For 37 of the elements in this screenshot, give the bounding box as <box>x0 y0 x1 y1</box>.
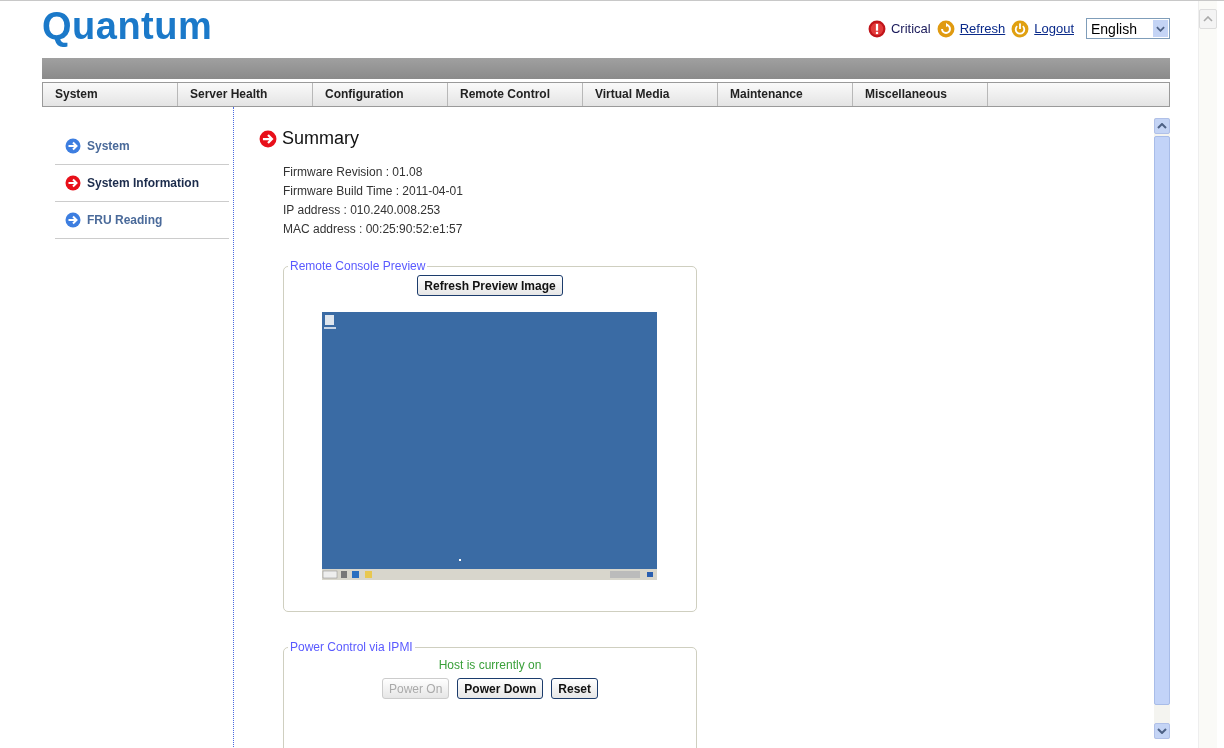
nav-tab[interactable]: Maintenance <box>718 83 853 106</box>
arrow-icon <box>65 212 81 228</box>
power-button[interactable]: Reset <box>551 678 599 699</box>
host-status: Host is currently on <box>437 658 543 672</box>
power-icon <box>1011 19 1030 38</box>
section-title: Summary <box>282 128 359 149</box>
nav-tab[interactable]: Server Health <box>178 83 313 106</box>
power-button[interactable]: Power Down <box>457 678 544 699</box>
nav-tab[interactable]: Virtual Media <box>583 83 718 106</box>
scroll-down-icon[interactable] <box>1157 728 1167 734</box>
info-row-text: Firmware Revision : 01.08 <box>283 164 424 181</box>
scroll-up-icon[interactable] <box>1203 16 1213 22</box>
nav-tab[interactable]: Configuration <box>313 83 448 106</box>
info-row-text: IP address : 010.240.008.253 <box>283 202 442 219</box>
info-row-text: MAC address : 00:25:90:52:e1:57 <box>283 221 464 238</box>
logout-link[interactable]: Logout <box>1034 21 1074 36</box>
sidebar-item[interactable]: FRU Reading <box>55 202 229 239</box>
scrollbar[interactable] <box>1198 1 1217 748</box>
arrow-icon <box>65 175 81 191</box>
scroll-up-icon[interactable] <box>1157 123 1167 129</box>
sidebar-item[interactable]: System Information <box>55 165 229 202</box>
nav-tab[interactable]: Miscellaneous <box>853 83 988 106</box>
refresh-icon <box>936 19 955 38</box>
refresh-link[interactable]: Refresh <box>959 21 1006 36</box>
alert-icon <box>867 19 886 38</box>
scrollbar[interactable] <box>1154 118 1170 739</box>
info-row-text: Firmware Build Time : 2011-04-01 <box>283 183 464 200</box>
quantum-logo: Quantum <box>42 5 213 48</box>
nav-tab[interactable]: System <box>43 83 178 106</box>
nav-tab[interactable]: Remote Control <box>448 83 583 106</box>
status-label: Critical <box>890 21 931 36</box>
language-dropdown[interactable]: English <box>1086 18 1170 39</box>
sidebar-item[interactable]: System <box>55 128 229 165</box>
panel-legend: Remote Console Preview <box>288 259 428 273</box>
panel-legend: Power Control via IPMI <box>288 640 415 654</box>
arrow-icon <box>65 138 81 154</box>
refresh-preview-button[interactable]: Refresh Preview Image <box>417 275 563 296</box>
